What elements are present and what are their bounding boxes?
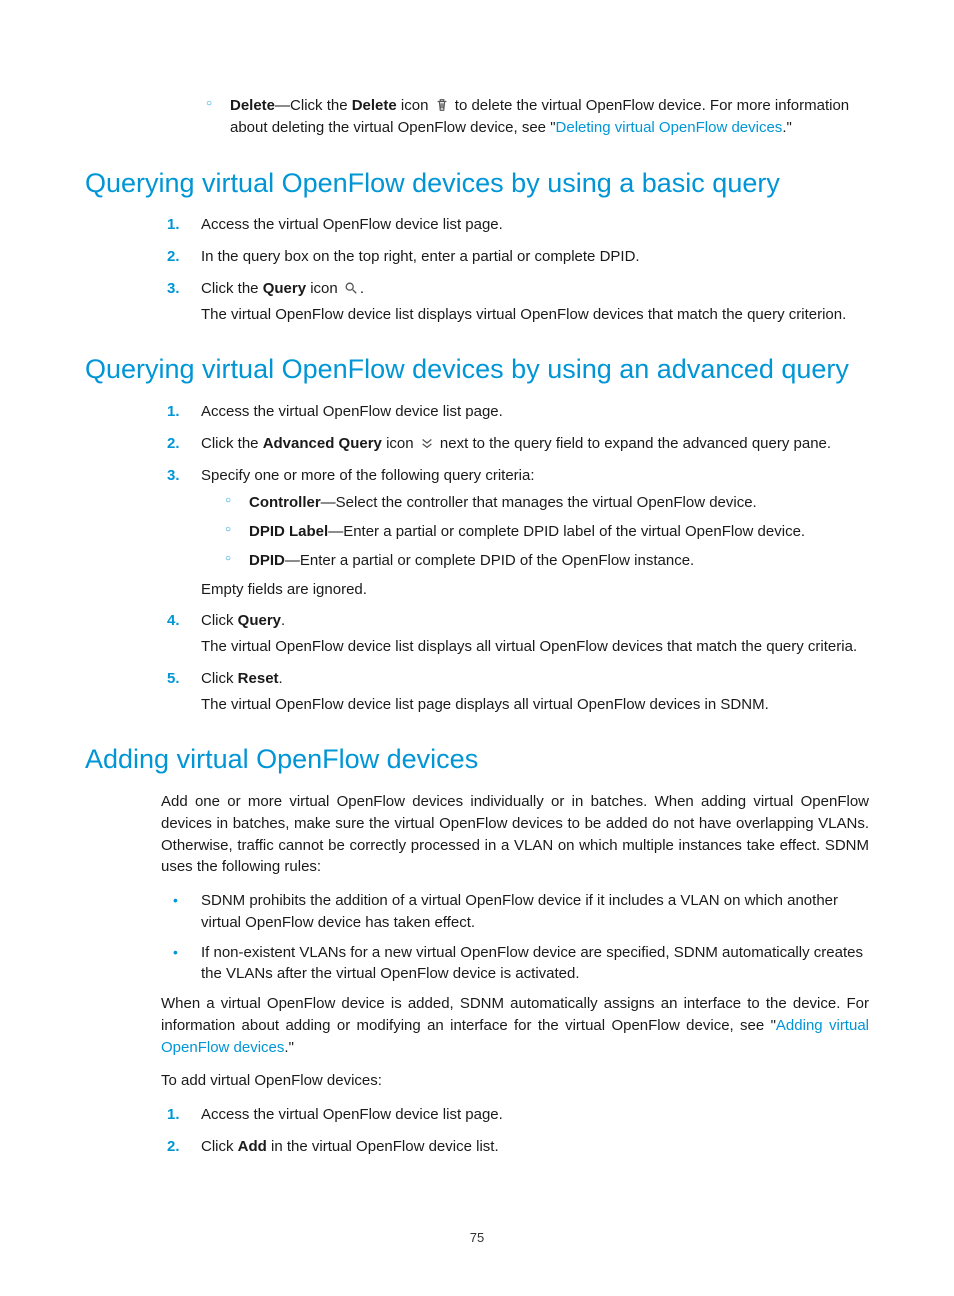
step-5: Click Reset. The virtual OpenFlow device… bbox=[161, 668, 869, 716]
label-query: Query bbox=[263, 280, 306, 297]
text: icon bbox=[382, 435, 418, 452]
heading-advanced-query: Querying virtual OpenFlow devices by usi… bbox=[85, 353, 869, 387]
step-1: Access the virtual OpenFlow device list … bbox=[161, 214, 869, 236]
text: SDNM prohibits the addition of a virtual… bbox=[201, 892, 838, 931]
step-1: Access the virtual OpenFlow device list … bbox=[161, 1104, 869, 1126]
heading-basic-query: Querying virtual OpenFlow devices by usi… bbox=[85, 167, 869, 201]
label-delete-2: Delete bbox=[352, 97, 397, 114]
criteria-list: Controller—Select the controller that ma… bbox=[221, 492, 869, 571]
label-delete: Delete bbox=[230, 97, 275, 114]
text: Click the bbox=[201, 435, 263, 452]
label-query: Query bbox=[238, 612, 281, 629]
text: Click bbox=[201, 612, 238, 629]
label-advanced-query: Advanced Query bbox=[263, 435, 382, 452]
rule-1: SDNM prohibits the addition of a virtual… bbox=[161, 890, 869, 934]
label: DPID Label bbox=[249, 523, 328, 540]
adding-interface-paragraph: When a virtual OpenFlow device is added,… bbox=[161, 993, 869, 1058]
text: next to the query field to expand the ad… bbox=[436, 435, 831, 452]
empty-note: Empty fields are ignored. bbox=[201, 579, 869, 601]
step-3: Specify one or more of the following que… bbox=[161, 465, 869, 601]
text: When a virtual OpenFlow device is added,… bbox=[161, 995, 869, 1034]
label: DPID bbox=[249, 552, 285, 569]
text: ." bbox=[284, 1039, 294, 1056]
adding-steps: Access the virtual OpenFlow device list … bbox=[161, 1104, 869, 1158]
adding-rules-list: SDNM prohibits the addition of a virtual… bbox=[161, 890, 869, 985]
text: in the virtual OpenFlow device list. bbox=[267, 1138, 499, 1155]
text: Click bbox=[201, 670, 238, 687]
text: —Click the bbox=[275, 97, 352, 114]
text: —Enter a partial or complete DPID of the… bbox=[285, 552, 694, 569]
step-5-followup: The virtual OpenFlow device list page di… bbox=[201, 694, 869, 716]
sub-bullet-delete: Delete—Click the Delete icon to delete t… bbox=[202, 95, 869, 139]
text: If non-existent VLANs for a new virtual … bbox=[201, 944, 863, 983]
trash-icon bbox=[435, 97, 449, 111]
step-2: Click Add in the virtual OpenFlow device… bbox=[161, 1136, 869, 1158]
step-2: In the query box on the top right, enter… bbox=[161, 246, 869, 268]
adding-howto-lead: To add virtual OpenFlow devices: bbox=[161, 1070, 869, 1092]
advanced-query-steps: Access the virtual OpenFlow device list … bbox=[161, 401, 869, 715]
top-sub-bullet-block: Delete—Click the Delete icon to delete t… bbox=[202, 95, 869, 139]
step-3: Click the Query icon . The virtual OpenF… bbox=[161, 278, 869, 326]
text: Access the virtual OpenFlow device list … bbox=[201, 1106, 503, 1123]
step-3-followup: The virtual OpenFlow device list display… bbox=[201, 304, 869, 326]
text: In the query box on the top right, enter… bbox=[201, 248, 640, 265]
text: Click the bbox=[201, 280, 263, 297]
text: . bbox=[281, 612, 285, 629]
adding-intro-paragraph: Add one or more virtual OpenFlow devices… bbox=[161, 791, 869, 878]
label-reset: Reset bbox=[238, 670, 279, 687]
text: Click bbox=[201, 1138, 238, 1155]
criterion-controller: Controller—Select the controller that ma… bbox=[221, 492, 869, 514]
step-4: Click Query. The virtual OpenFlow device… bbox=[161, 610, 869, 658]
text: Access the virtual OpenFlow device list … bbox=[201, 216, 503, 233]
text: . bbox=[279, 670, 283, 687]
basic-query-steps: Access the virtual OpenFlow device list … bbox=[161, 214, 869, 325]
text: ." bbox=[782, 119, 792, 136]
text: icon bbox=[306, 280, 342, 297]
link-deleting-devices[interactable]: Deleting virtual OpenFlow devices bbox=[556, 119, 783, 136]
heading-adding-devices: Adding virtual OpenFlow devices bbox=[85, 743, 869, 777]
criterion-dpid-label: DPID Label—Enter a partial or complete D… bbox=[221, 521, 869, 543]
text: —Select the controller that manages the … bbox=[321, 494, 757, 511]
page-number: 75 bbox=[0, 1229, 954, 1248]
search-icon bbox=[344, 280, 358, 294]
page-container: Delete—Click the Delete icon to delete t… bbox=[0, 0, 954, 1296]
step-2: Click the Advanced Query icon next to th… bbox=[161, 433, 869, 455]
step-4-followup: The virtual OpenFlow device list display… bbox=[201, 636, 869, 658]
label-add: Add bbox=[238, 1138, 267, 1155]
text: —Enter a partial or complete DPID label … bbox=[328, 523, 805, 540]
text: . bbox=[360, 280, 364, 297]
label: Controller bbox=[249, 494, 321, 511]
step-1: Access the virtual OpenFlow device list … bbox=[161, 401, 869, 423]
chevron-double-down-icon bbox=[420, 435, 434, 449]
rule-2: If non-existent VLANs for a new virtual … bbox=[161, 942, 869, 986]
criterion-dpid: DPID—Enter a partial or complete DPID of… bbox=[221, 550, 869, 572]
text: icon bbox=[397, 97, 433, 114]
text: Specify one or more of the following que… bbox=[201, 467, 535, 484]
text: Access the virtual OpenFlow device list … bbox=[201, 403, 503, 420]
